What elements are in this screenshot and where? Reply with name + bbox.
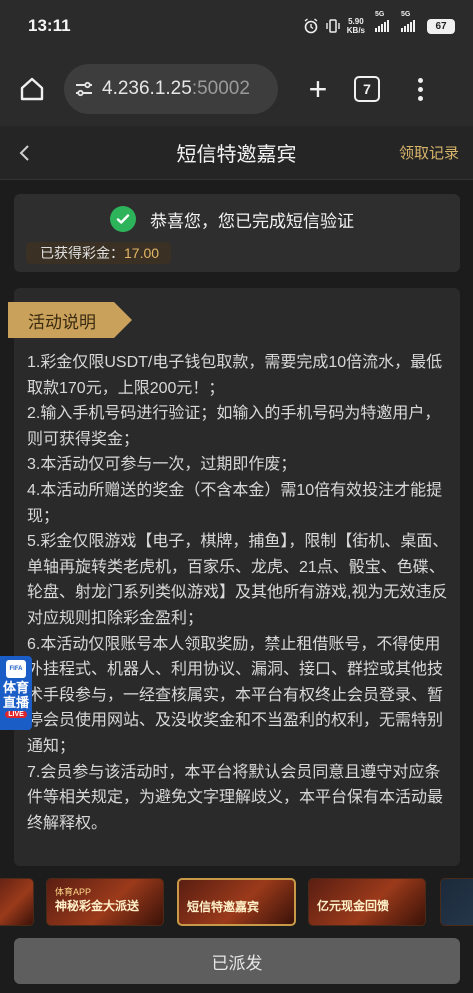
back-icon[interactable] bbox=[14, 140, 36, 166]
status-bar: 13:11 5.90 KB/s 5G 5G 67 bbox=[0, 0, 473, 52]
rule-item: 4.本活动所赠送的奖金（不含本金）需10倍有效投注才能提现； bbox=[27, 481, 443, 525]
vibrate-icon bbox=[326, 19, 340, 33]
dispatched-button[interactable]: 已派发 bbox=[14, 938, 460, 984]
reward-label: 已获得彩金： bbox=[40, 245, 124, 261]
promo-banner-active[interactable]: 短信特邀嘉宾 bbox=[177, 878, 296, 926]
url-port: :50002 bbox=[191, 78, 250, 99]
home-button[interactable] bbox=[14, 71, 50, 107]
alarm-icon bbox=[304, 18, 318, 34]
tab-switcher-button[interactable]: 7 bbox=[354, 76, 380, 102]
rule-item: 2.输入手机号码进行验证；如输入的手机号码为特邀用户，则可获得奖金； bbox=[27, 405, 441, 448]
bottom-bar: 已派发 bbox=[0, 928, 473, 993]
banner-title: 神秘彩金大派送 bbox=[55, 899, 140, 913]
verification-message: 恭喜您，您已完成短信验证 bbox=[150, 211, 354, 231]
network-speed: 5.90 KB/s bbox=[347, 17, 365, 35]
address-bar[interactable]: 4.236.1.25:50002 bbox=[64, 64, 278, 114]
fifa-logo-icon: FIFA bbox=[6, 660, 26, 678]
live-badge-line1: 体育 bbox=[2, 680, 29, 695]
rules-card: 活动说明 1.彩金仅限USDT/电子钱包取款，需要完成10倍流水，最低取款170… bbox=[8, 288, 460, 866]
verification-card: 恭喜您，您已完成短信验证 已获得彩金：17.00 bbox=[14, 194, 460, 272]
rule-item: 7.会员参与该活动时，本平台将默认会员同意且遵守对应条件等相关规定，为避免文字理… bbox=[27, 763, 444, 832]
battery-icon: 67 bbox=[427, 18, 455, 34]
sim2-label: 5G bbox=[401, 11, 411, 18]
rule-item: 1.彩金仅限USDT/电子钱包取款，需要完成10倍流水，最低取款170元，上限2… bbox=[27, 354, 443, 397]
sports-live-badge[interactable]: FIFA 体育 直播 LIVE bbox=[0, 656, 32, 730]
live-badge-line2: 直播 bbox=[2, 695, 29, 710]
banner-title: 短信特邀嘉宾 bbox=[187, 900, 260, 914]
rules-tag: 活动说明 bbox=[8, 302, 132, 338]
browser-toolbar: 4.236.1.25:50002 + 7 bbox=[0, 52, 473, 126]
sim1-label: 5G bbox=[375, 11, 385, 18]
banner-title: 亿元现金回馈 bbox=[317, 899, 390, 913]
promo-banner[interactable] bbox=[440, 878, 473, 926]
site-settings-icon[interactable] bbox=[74, 80, 94, 98]
rule-item: 5.彩金仅限游戏【电子，棋牌，捕鱼】，限制【街机、桌面、单轴再旋转类老虎机，百家… bbox=[27, 533, 449, 627]
claim-record-link[interactable]: 领取记录 bbox=[399, 142, 459, 163]
new-tab-button[interactable]: + bbox=[300, 71, 336, 107]
rule-item: 6.本活动仅限账号本人领取奖励，禁止租借账号，不得使用外挂程式、机器人、利用协议… bbox=[27, 635, 444, 755]
signal-icon: 5G bbox=[375, 11, 389, 32]
page-header: 短信特邀嘉宾 领取记录 bbox=[0, 126, 473, 180]
url-host: 4.236.1.25 bbox=[102, 78, 192, 99]
promo-banner[interactable]: 体育APP 神秘彩金大派送 bbox=[46, 878, 164, 926]
promo-banner[interactable] bbox=[0, 878, 34, 926]
live-tag: LIVE bbox=[5, 711, 27, 718]
status-icons: 5.90 KB/s 5G 5G 67 bbox=[303, 11, 455, 35]
check-circle-icon bbox=[110, 206, 136, 232]
home-icon bbox=[20, 77, 44, 101]
promo-banner-carousel[interactable]: 体育APP 神秘彩金大派送 短信特邀嘉宾 亿元现金回馈 bbox=[0, 876, 473, 928]
promo-banner[interactable]: 亿元现金回馈 bbox=[308, 878, 426, 926]
rules-list: 1.彩金仅限USDT/电子钱包取款，需要完成10倍流水，最低取款170元，上限2… bbox=[27, 350, 453, 836]
verification-status: 恭喜您，您已完成短信验证 bbox=[110, 206, 354, 232]
clock: 13:11 bbox=[28, 16, 71, 35]
rule-item: 3.本活动仅可参与一次，过期即作废； bbox=[27, 456, 297, 474]
url-text: 4.236.1.25:50002 bbox=[102, 78, 250, 100]
net-speed-unit: KB/s bbox=[346, 26, 365, 35]
net-speed-value: 5.90 bbox=[348, 17, 364, 26]
reward-amount: 17.00 bbox=[124, 245, 160, 261]
reward-badge: 已获得彩金：17.00 bbox=[26, 242, 172, 264]
overflow-menu-icon[interactable] bbox=[418, 77, 423, 101]
signal-icon-2: 5G bbox=[401, 11, 415, 32]
